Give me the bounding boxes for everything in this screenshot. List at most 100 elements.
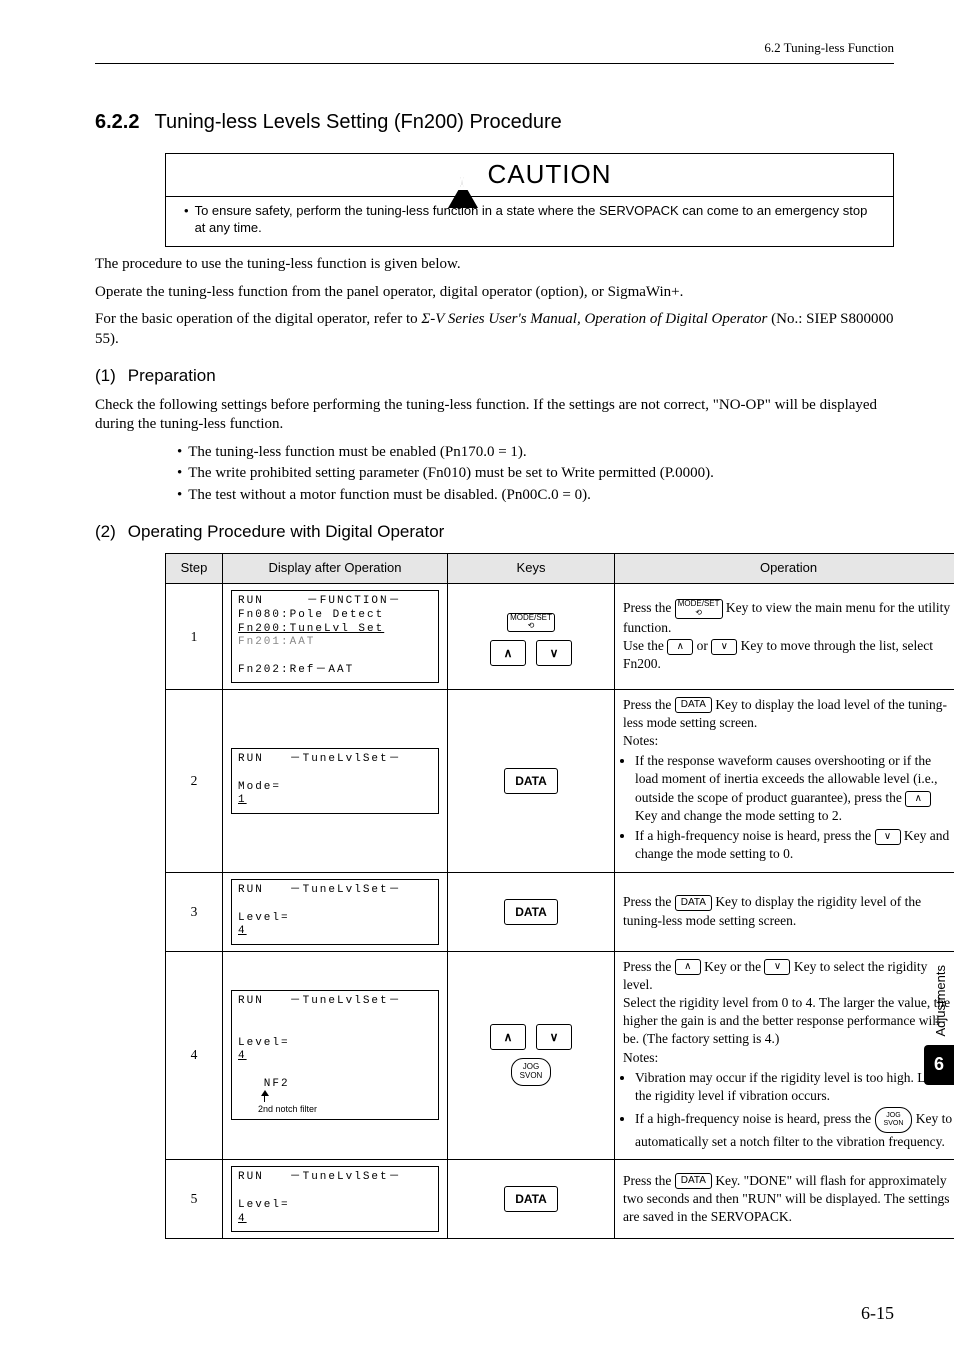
sub1-lead: Check the following settings before perf… (95, 396, 894, 435)
sub1-bullet-1: •The tuning-less function must be enable… (177, 443, 894, 463)
display-cell: RUN －TuneLvlSet－ Mode=1 (223, 689, 448, 872)
procedure-table: Step Display after Operation Keys Operat… (165, 553, 954, 1239)
table-row: 5 RUN －TuneLvlSet－ Level=4 DATA Press th… (166, 1159, 954, 1238)
intro-p1: The procedure to use the tuning-less fun… (95, 255, 894, 275)
table-row: 4 RUN －TuneLvlSet－ Level=4 NF2 2nd notch… (166, 951, 954, 1159)
op-text: Use the (623, 638, 667, 653)
op-text: or (693, 638, 711, 653)
operation-cell: Press the MODE/SET⟲ Key to view the main… (615, 584, 954, 690)
intro-p2: Operate the tuning-less function from th… (95, 283, 894, 303)
step-num: 2 (166, 689, 223, 872)
intro-p3-italic: Σ-V Series User's Manual, Operation of D… (421, 311, 767, 327)
keys-cell: DATA (448, 689, 615, 872)
intro-p3: For the basic operation of the digital o… (95, 310, 894, 349)
page-header-right: 6.2 Tuning-less Function (95, 40, 894, 57)
table-row: 3 RUN －TuneLvlSet－ Level=4 DATA Press th… (166, 872, 954, 951)
data-key-inline-icon: DATA (675, 895, 712, 911)
op-text: Press the (623, 1173, 675, 1188)
data-key-icon: DATA (504, 1186, 558, 1212)
list-item: If a high-frequency noise is heard, pres… (635, 1107, 954, 1151)
section-number: 6.2.2 (95, 111, 139, 133)
data-key-icon: DATA (504, 768, 558, 794)
list-item: If the response waveform causes overshoo… (635, 752, 954, 825)
caution-body: • To ensure safety, perform the tuning-l… (166, 197, 893, 247)
operation-cell: Press the ∧ Key or the ∨ Key to select t… (615, 951, 954, 1159)
sub1-b1-text: The tuning-less function must be enabled… (188, 443, 526, 463)
notes-list: Vibration may occur if the rigidity leve… (623, 1069, 954, 1151)
down-key-inline-icon: ∨ (764, 959, 790, 975)
up-key-icon: ∧ (490, 640, 526, 666)
jog-svon-key-inline-icon: JOGSVON (875, 1107, 913, 1132)
sub1-b2-text: The write prohibited setting parameter (… (188, 464, 714, 484)
op-text: Press the (623, 959, 675, 974)
page-number: 6-15 (861, 1302, 894, 1325)
notes-list: If the response waveform causes overshoo… (623, 752, 954, 863)
keys-cell: DATA (448, 1159, 615, 1238)
bullet: • (184, 203, 189, 237)
lcd-screen: RUN －TuneLvlSet－ Level=4 NF2 2nd notch f… (231, 990, 439, 1120)
step-num: 3 (166, 872, 223, 951)
lcd-screen: RUN －TuneLvlSet－ Level=4 (231, 879, 439, 945)
warning-icon (448, 165, 478, 185)
down-key-icon: ∨ (536, 1024, 572, 1050)
keys-cell: DATA (448, 872, 615, 951)
subheading-1-title: Preparation (128, 365, 216, 387)
th-operation: Operation (615, 554, 954, 584)
up-key-inline-icon: ∧ (905, 791, 931, 807)
keys-cell: ∧ ∨ JOG SVON (448, 951, 615, 1159)
op-text: Press the (623, 697, 675, 712)
arrow-annotation: 2nd notch filter (258, 1104, 432, 1115)
up-key-icon: ∧ (490, 1024, 526, 1050)
operation-cell: Press the DATA Key to display the rigidi… (615, 872, 954, 951)
down-key-inline-icon: ∨ (875, 829, 901, 845)
op-text: Press the (623, 894, 675, 909)
side-tab: Adjustments 6 (928, 965, 954, 1085)
op-text: Select the rigidity level from 0 to 4. T… (623, 995, 950, 1046)
lcd-screen: RUN －TuneLvlSet－ Level=4 (231, 1166, 439, 1232)
modeset-key-inline-icon: MODE/SET⟲ (675, 599, 723, 619)
side-tab-label: Adjustments (933, 965, 950, 1037)
display-cell: RUN －TuneLvlSet－ Level=4 (223, 872, 448, 951)
notes-label: Notes: (623, 1050, 658, 1065)
table-header-row: Step Display after Operation Keys Operat… (166, 554, 954, 584)
modeset-key-icon: MODE/SET⟲ (507, 613, 555, 633)
section-heading: 6.2.2 Tuning-less Levels Setting (Fn200)… (95, 109, 894, 135)
intro-p3a: For the basic operation of the digital o… (95, 311, 421, 327)
th-step: Step (166, 554, 223, 584)
list-item: Vibration may occur if the rigidity leve… (635, 1069, 954, 1105)
sub1-bullet-3: •The test without a motor function must … (177, 486, 894, 506)
op-text: If the response waveform causes overshoo… (635, 753, 938, 804)
th-display: Display after Operation (223, 554, 448, 584)
sub1-bullet-2: •The write prohibited setting parameter … (177, 464, 894, 484)
step-num: 4 (166, 951, 223, 1159)
data-key-icon: DATA (504, 899, 558, 925)
caution-box: CAUTION • To ensure safety, perform the … (165, 153, 894, 248)
op-text: If a high-frequency noise is heard, pres… (635, 1111, 875, 1126)
op-text: Press the (623, 600, 675, 615)
subheading-2-title: Operating Procedure with Digital Operato… (128, 521, 445, 543)
keys-cell: MODE/SET⟲ ∧ ∨ (448, 584, 615, 690)
subheading-2: (2) Operating Procedure with Digital Ope… (95, 521, 894, 543)
operation-cell: Press the DATA Key to display the load l… (615, 689, 954, 872)
subheading-2-num: (2) (95, 521, 116, 543)
operation-cell: Press the DATA Key. "DONE" will flash fo… (615, 1159, 954, 1238)
data-key-inline-icon: DATA (675, 697, 712, 713)
lcd-line: RUN －TuneLvlSet－ (238, 995, 432, 1009)
lcd-screen: RUN －TuneLvlSet－ Mode=1 (231, 748, 439, 814)
up-key-inline-icon: ∧ (667, 639, 693, 655)
table-row: 2 RUN －TuneLvlSet－ Mode=1 DATA Press the… (166, 689, 954, 872)
subheading-1: (1) Preparation (95, 365, 894, 387)
op-text: Key or the (701, 959, 765, 974)
data-key-inline-icon: DATA (675, 1173, 712, 1189)
op-text: If a high-frequency noise is heard, pres… (635, 828, 875, 843)
section-title: Tuning-less Levels Setting (Fn200) Proce… (154, 111, 561, 133)
down-key-icon: ∨ (536, 640, 572, 666)
display-cell: RUN －FUNCTION－ Fn080:Pole Detect Fn200:T… (223, 584, 448, 690)
op-text: Key and change the mode setting to 2. (635, 808, 842, 823)
subheading-1-num: (1) (95, 365, 116, 387)
down-key-inline-icon: ∨ (711, 639, 737, 655)
step-num: 5 (166, 1159, 223, 1238)
notes-label: Notes: (623, 733, 658, 748)
display-cell: RUN －TuneLvlSet－ Level=4 (223, 1159, 448, 1238)
step-num: 1 (166, 584, 223, 690)
